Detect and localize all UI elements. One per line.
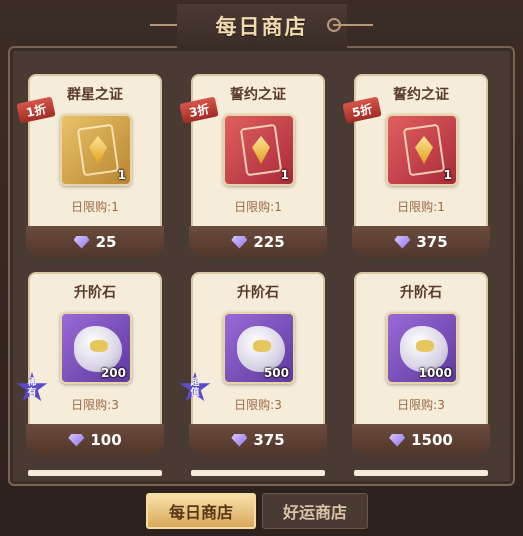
price: 375 <box>416 233 448 251</box>
purchase-limit: 日限购:1 <box>234 200 282 214</box>
buy-button[interactable]: 1500 <box>352 424 490 456</box>
buy-button[interactable]: 375 <box>352 226 490 258</box>
stone-core-icon <box>416 340 434 352</box>
tab-daily-shop[interactable]: 每日商店 <box>146 493 256 529</box>
shop-item-card[interactable]: 升阶石 500 超值 日限购:3 375 <box>179 272 327 456</box>
item-count: 500 <box>263 366 289 380</box>
item-icon-box[interactable]: 200 <box>60 312 132 384</box>
buy-button[interactable]: 375 <box>189 424 327 456</box>
diamond-icon <box>231 235 248 249</box>
next-row-peek <box>354 470 488 476</box>
header-ornament-right <box>333 24 373 26</box>
item-icon-box[interactable]: 1 <box>386 114 458 186</box>
item-name: 升阶石 <box>400 285 442 301</box>
page-title: 每日商店 <box>215 15 308 39</box>
diamond-icon <box>389 433 406 447</box>
item-name: 升阶石 <box>74 285 116 301</box>
shop-item-card[interactable]: 誓约之证 1 3折 日限购:1 225 <box>179 74 327 258</box>
item-name: 升阶石 <box>237 285 279 301</box>
item-icon-box[interactable]: 1000 <box>386 312 458 384</box>
price: 225 <box>253 233 285 251</box>
shop-item-card[interactable]: 升阶石 1000 日限购:3 1500 <box>352 272 490 456</box>
item-count: 200 <box>100 366 126 380</box>
item-icon-box[interactable]: 500 <box>223 312 295 384</box>
price: 375 <box>253 431 285 449</box>
item-count: 1 <box>117 168 126 182</box>
purchase-limit: 日限购:1 <box>71 200 119 214</box>
purchase-limit: 日限购:3 <box>71 398 119 412</box>
tab-lucky-shop[interactable]: 好运商店 <box>262 493 368 529</box>
diamond-icon <box>68 433 85 447</box>
buy-button[interactable]: 225 <box>189 226 327 258</box>
shop-header: 每日商店 <box>0 0 523 52</box>
header-plate: 每日商店 <box>176 4 347 48</box>
diamond-icon <box>73 235 90 249</box>
item-count: 1 <box>280 168 289 182</box>
item-icon-box[interactable]: 1 <box>223 114 295 186</box>
stone-core-icon <box>90 340 108 352</box>
purchase-limit: 日限购:1 <box>397 200 445 214</box>
buy-button[interactable]: 25 <box>26 226 164 258</box>
shop-grid: 群星之证 1 1折 日限购:1 25 誓约之证 1 3折 日限购:1 225 誓 <box>16 74 498 474</box>
purchase-limit: 日限购:3 <box>234 398 282 412</box>
price: 1500 <box>411 431 453 449</box>
diamond-icon <box>231 433 248 447</box>
price: 25 <box>95 233 117 251</box>
price: 100 <box>90 431 122 449</box>
shop-item-card[interactable]: 升阶石 200 稀有 日限购:3 100 <box>16 272 164 456</box>
purchase-limit: 日限购:3 <box>397 398 445 412</box>
item-icon-box[interactable]: 1 <box>60 114 132 186</box>
stone-core-icon <box>253 340 271 352</box>
item-count: 1000 <box>418 366 452 380</box>
diamond-icon <box>394 235 411 249</box>
next-row-peek <box>28 470 162 476</box>
shop-item-card[interactable]: 群星之证 1 1折 日限购:1 25 <box>16 74 164 258</box>
buy-button[interactable]: 100 <box>26 424 164 456</box>
next-row-peek <box>191 470 325 476</box>
shop-item-card[interactable]: 誓约之证 1 5折 日限购:1 375 <box>342 74 490 258</box>
item-count: 1 <box>443 168 452 182</box>
